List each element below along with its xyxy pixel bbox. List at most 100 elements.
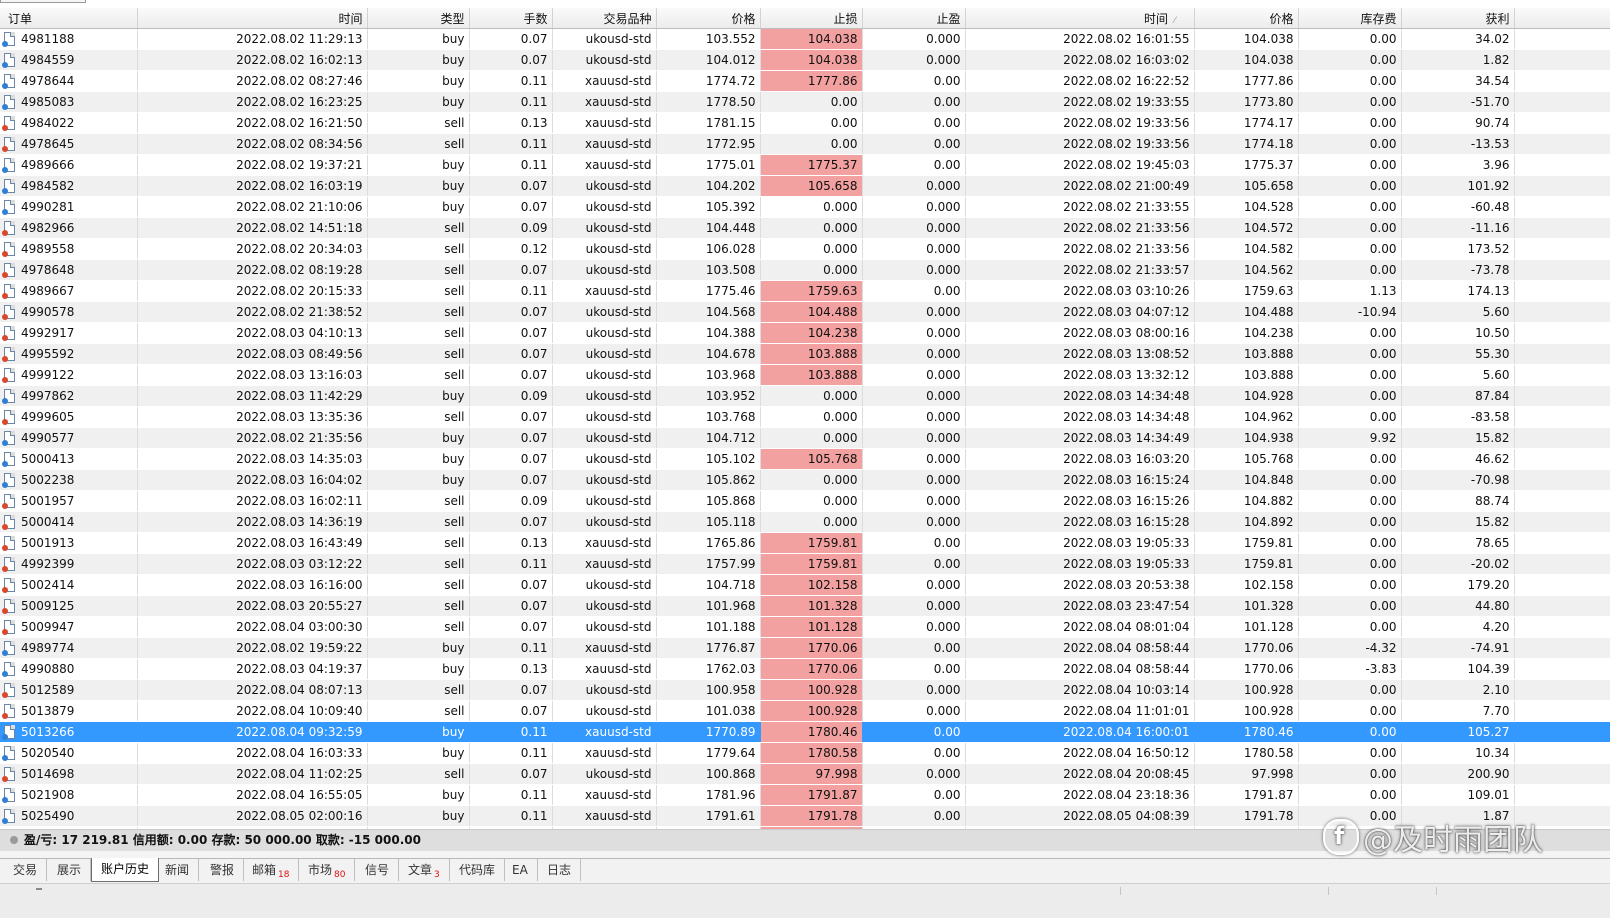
table-row[interactable]: 5013266 2022.08.04 09:32:59 buy 0.11 xauusd-… — [0, 721, 1610, 743]
table-row[interactable]: 5013879 2022.08.04 10:09:40 sell 0.07 ukousd… — [0, 700, 1610, 722]
cell-order: 4989667 — [0, 280, 138, 302]
cell-type: buy — [367, 658, 470, 680]
table-row[interactable]: 4984582 2022.08.02 16:03:19 buy 0.07 ukousd-… — [0, 175, 1610, 197]
cell-type: sell — [367, 532, 470, 554]
cell-order: 4995592 — [0, 343, 138, 365]
tab-badge: 3 — [434, 870, 440, 880]
cell-profit: 1.82 — [1401, 49, 1515, 71]
cell-close-price: 100.928 — [1194, 679, 1299, 701]
table-row[interactable]: 5002414 2022.08.03 16:16:00 sell 0.07 ukousd… — [0, 574, 1610, 596]
tab-code-base[interactable]: 代码库 — [450, 859, 506, 881]
table-row[interactable]: 4990578 2022.08.02 21:38:52 sell 0.07 ukousd… — [0, 301, 1610, 323]
col-header-open-price[interactable]: 价格 — [656, 8, 761, 29]
table-row[interactable]: 4990281 2022.08.02 21:10:06 buy 0.07 ukousd-… — [0, 196, 1610, 218]
cell-open-time: 2022.08.03 16:16:00 — [137, 574, 368, 596]
table-row[interactable]: 4997862 2022.08.03 11:42:29 buy 0.09 ukousd-… — [0, 385, 1610, 407]
cell-spacer — [1514, 322, 1610, 344]
cell-open-time: 2022.08.04 03:00:30 — [137, 616, 368, 638]
table-row[interactable]: 4982966 2022.08.02 14:51:18 sell 0.09 ukousd… — [0, 217, 1610, 239]
cell-type: buy — [367, 49, 470, 71]
tab-market[interactable]: 市场 80 — [299, 859, 356, 881]
cell-close-price: 1759.63 — [1194, 280, 1299, 302]
col-header-close-time[interactable]: 时间 ⁄ — [965, 8, 1195, 29]
cell-type: buy — [367, 70, 470, 92]
cell-open-time: 2022.08.04 08:07:13 — [137, 679, 368, 701]
cell-take-profit: 0.00 — [862, 112, 966, 134]
table-row[interactable]: 5020540 2022.08.04 16:03:33 buy 0.11 xauusd-… — [0, 742, 1610, 764]
col-header-order[interactable]: 订单 — [0, 8, 138, 29]
col-header-symbol[interactable]: 交易品种 — [552, 8, 657, 29]
cell-profit: 10.50 — [1401, 322, 1515, 344]
col-header-type[interactable]: 类型 — [367, 8, 470, 29]
tab-trade[interactable]: 交易 — [4, 859, 48, 881]
buy-order-icon — [2, 809, 15, 824]
table-row[interactable]: 5009125 2022.08.03 20:55:27 sell 0.07 ukousd… — [0, 595, 1610, 617]
cell-open-price: 1775.46 — [656, 280, 761, 302]
cell-open-time: 2022.08.02 19:37:21 — [137, 154, 368, 176]
tab-mailbox[interactable]: 邮箱 18 — [243, 859, 300, 881]
table-row[interactable]: 5000413 2022.08.03 14:35:03 buy 0.07 ukousd-… — [0, 448, 1610, 470]
table-row[interactable]: 4984022 2022.08.02 16:21:50 sell 0.13 xauusd… — [0, 112, 1610, 134]
cell-open-time: 2022.08.02 21:38:52 — [137, 301, 368, 323]
cell-open-price: 101.968 — [656, 595, 761, 617]
col-header-swap[interactable]: 库存费 — [1298, 8, 1402, 29]
buy-order-icon — [2, 641, 15, 656]
table-row[interactable]: 5021908 2022.08.04 16:55:05 buy 0.11 xauusd-… — [0, 784, 1610, 806]
col-header-stop-loss[interactable]: 止损 — [760, 8, 863, 29]
tab-exposure[interactable]: 展示 — [48, 859, 92, 881]
table-row[interactable]: 4989774 2022.08.02 19:59:22 buy 0.11 xauusd-… — [0, 637, 1610, 659]
cell-type: buy — [367, 175, 470, 197]
table-row[interactable]: 4999605 2022.08.03 13:35:36 sell 0.07 ukousd… — [0, 406, 1610, 428]
tab-experts[interactable]: EA — [503, 859, 538, 881]
cell-stop-loss: 1759.63 — [760, 280, 863, 302]
table-row[interactable]: 4978648 2022.08.02 08:19:28 sell 0.07 ukousd… — [0, 259, 1610, 281]
cell-open-price: 100.958 — [656, 679, 761, 701]
table-row[interactable]: 4984559 2022.08.02 16:02:13 buy 0.07 ukousd-… — [0, 49, 1610, 71]
cell-swap: 0.00 — [1298, 91, 1402, 113]
col-header-open-time[interactable]: 时间 — [137, 8, 368, 29]
table-row[interactable]: 5001913 2022.08.03 16:43:49 sell 0.13 xauusd… — [0, 532, 1610, 554]
table-header-row: 订单 时间 类型 手数 交易品种 价格 止损 止盈 时间 ⁄ 价格 库存费 获利 — [0, 8, 1610, 29]
table-row[interactable]: 4978645 2022.08.02 08:34:56 sell 0.11 xauusd… — [0, 133, 1610, 155]
cell-profit: 3.96 — [1401, 154, 1515, 176]
cell-type: buy — [367, 154, 470, 176]
order-number: 4982966 — [21, 221, 75, 235]
cell-close-time: 2022.08.02 19:33:56 — [965, 112, 1195, 134]
table-row[interactable]: 4995592 2022.08.03 08:49:56 sell 0.07 ukousd… — [0, 343, 1610, 365]
table-row[interactable]: 4999122 2022.08.03 13:16:03 sell 0.07 ukousd… — [0, 364, 1610, 386]
table-row[interactable]: 4990577 2022.08.02 21:35:56 buy 0.07 ukousd-… — [0, 427, 1610, 449]
cell-swap: 0.00 — [1298, 406, 1402, 428]
col-header-close-price[interactable]: 价格 — [1194, 8, 1299, 29]
table-row[interactable]: 4981188 2022.08.02 11:29:13 buy 0.07 ukousd-… — [0, 28, 1610, 50]
tab-news[interactable]: 新闻 — [156, 859, 200, 881]
cell-open-time: 2022.08.02 16:21:50 — [137, 112, 368, 134]
table-row[interactable]: 4992917 2022.08.03 04:10:13 sell 0.07 ukousd… — [0, 322, 1610, 344]
cell-order: 4992917 — [0, 322, 138, 344]
col-header-take-profit[interactable]: 止盈 — [862, 8, 966, 29]
table-row[interactable]: 4989558 2022.08.02 20:34:03 sell 0.12 ukousd… — [0, 238, 1610, 260]
table-row[interactable]: 4989666 2022.08.02 19:37:21 buy 0.11 xauusd-… — [0, 154, 1610, 176]
col-header-profit[interactable]: 获利 — [1401, 8, 1515, 29]
table-row[interactable]: 4992399 2022.08.03 03:12:22 sell 0.11 xauusd… — [0, 553, 1610, 575]
table-row[interactable]: 4989667 2022.08.02 20:15:33 sell 0.11 xauusd… — [0, 280, 1610, 302]
cell-close-time: 2022.08.03 16:15:26 — [965, 490, 1195, 512]
table-row[interactable]: 4978644 2022.08.02 08:27:46 buy 0.11 xauusd-… — [0, 70, 1610, 92]
table-row[interactable]: 4985083 2022.08.02 16:23:25 buy 0.11 xauusd-… — [0, 91, 1610, 113]
tab-signals[interactable]: 信号 — [356, 859, 400, 881]
cell-order: 5001957 — [0, 490, 138, 512]
table-row[interactable]: 4990880 2022.08.03 04:19:37 buy 0.13 xauusd-… — [0, 658, 1610, 680]
table-row[interactable]: 5014698 2022.08.04 11:02:25 sell 0.07 ukousd… — [0, 763, 1610, 785]
cell-spacer — [1514, 406, 1610, 428]
col-header-lots[interactable]: 手数 — [469, 8, 553, 29]
tab-alerts[interactable]: 警报 — [201, 859, 245, 881]
table-row[interactable]: 5002238 2022.08.03 16:04:02 buy 0.07 ukousd-… — [0, 469, 1610, 491]
table-row[interactable]: 5009947 2022.08.04 03:00:30 sell 0.07 ukousd… — [0, 616, 1610, 638]
table-row[interactable]: 5001957 2022.08.03 16:02:11 sell 0.09 ukousd… — [0, 490, 1610, 512]
tab-journal[interactable]: 日志 — [538, 859, 582, 881]
tab-articles[interactable]: 文章 3 — [399, 859, 450, 881]
cell-stop-loss: 101.328 — [760, 595, 863, 617]
table-row[interactable]: 5012589 2022.08.04 08:07:13 sell 0.07 ukousd… — [0, 679, 1610, 701]
tab-account-history[interactable]: 账户历史 — [91, 858, 160, 882]
cell-stop-loss: 100.928 — [760, 700, 863, 722]
table-row[interactable]: 5000414 2022.08.03 14:36:19 sell 0.07 ukousd… — [0, 511, 1610, 533]
